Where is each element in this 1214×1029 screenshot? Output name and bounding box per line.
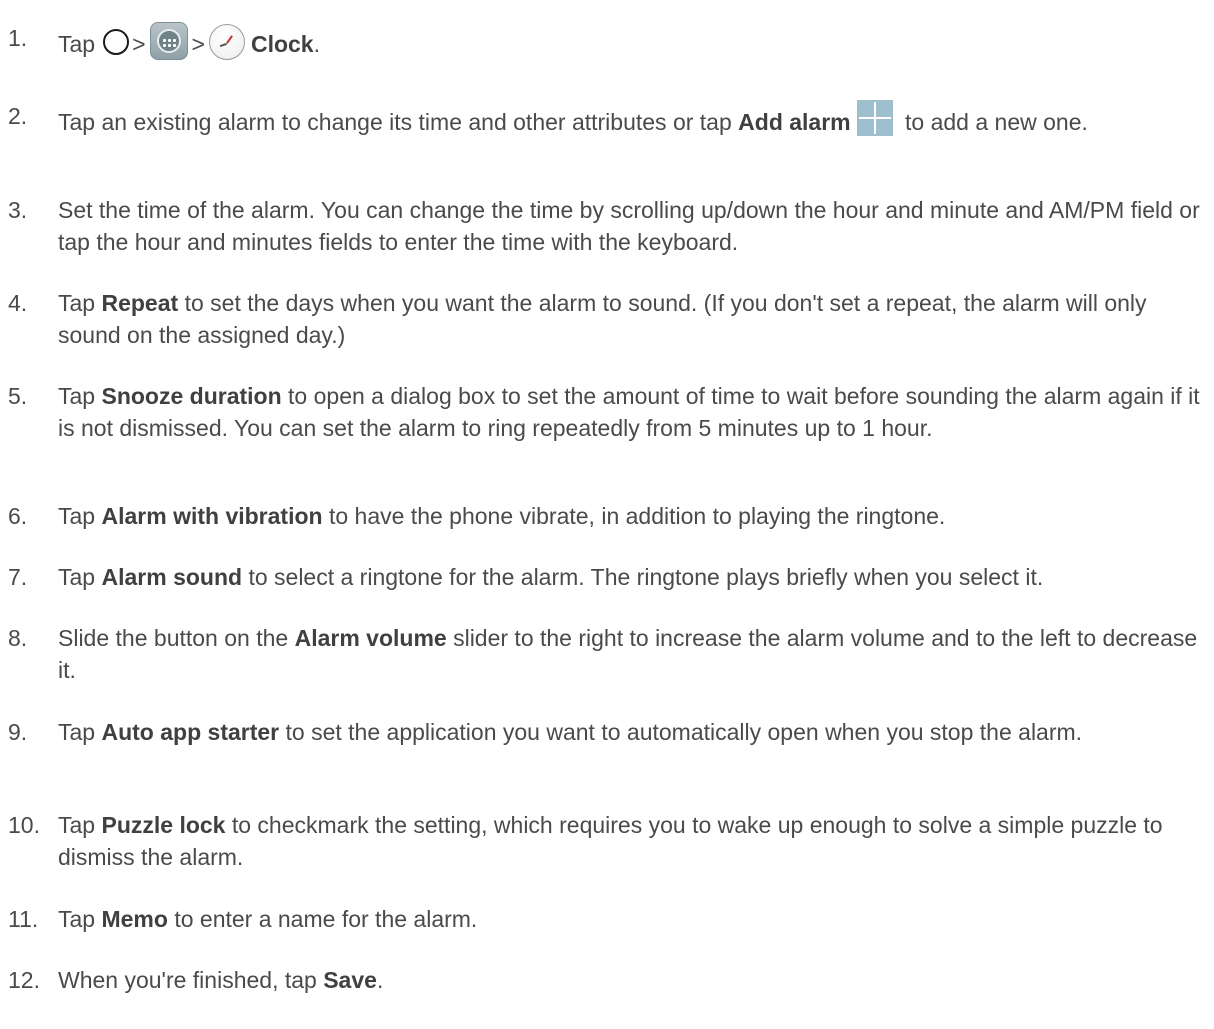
step-text-tap: Tap <box>58 31 96 57</box>
add-alarm-label: Add alarm <box>738 109 851 135</box>
step-number: 2. <box>8 103 28 129</box>
step-text: Tap Repeat to set the days when you want… <box>58 287 1205 351</box>
step-text-pre: Tap <box>58 719 102 745</box>
alarm-volume-label: Alarm volume <box>294 625 447 651</box>
step-text-post: to enter a name for the alarm. <box>167 906 478 932</box>
step-text-pre: Tap an existing alarm to change its time… <box>58 109 739 135</box>
clock-label: Clock <box>250 31 314 57</box>
memo-label: Memo <box>101 906 168 932</box>
step-text-post: . <box>376 967 384 993</box>
step-text: Tap Auto app starter to set the applicat… <box>58 716 1205 748</box>
step-number: 10. <box>8 812 40 838</box>
step-text-pre: Tap <box>58 503 102 529</box>
step-number: 1. <box>8 25 28 51</box>
step-separator: > <box>132 31 146 57</box>
step-number: 11. <box>8 906 39 932</box>
clock-app-icon <box>208 24 245 60</box>
step-text: Tap Snooze duration to open a dialog box… <box>58 380 1205 444</box>
step-number: 7. <box>8 564 28 590</box>
step-text: Tap > > Clock. <box>58 22 1205 60</box>
step-number: 3. <box>8 197 28 223</box>
step-number: 4. <box>8 290 28 316</box>
step-text: When you're finished, tap Save. <box>58 964 1205 996</box>
step-text: Slide the button on the Alarm volume sli… <box>58 622 1205 686</box>
alarm-with-vibration-label: Alarm with vibration <box>101 503 323 529</box>
home-icon <box>103 29 130 55</box>
step-text-post: to add a new one. <box>898 109 1088 135</box>
step-text-pre: When you're finished, tap <box>58 967 324 993</box>
step-text-pre: Tap <box>58 906 102 932</box>
step-separator: > <box>191 31 205 57</box>
apps-icon <box>149 22 188 60</box>
step-text-post: to set the application you want to autom… <box>279 719 1083 745</box>
add-alarm-icon <box>856 100 893 136</box>
step-text-pre: Tap <box>58 383 102 409</box>
step-text-post: to set the days when you want the alarm … <box>58 290 1147 348</box>
alarm-sound-label: Alarm sound <box>101 564 243 590</box>
step-text-end: . <box>313 31 320 57</box>
repeat-label: Repeat <box>101 290 179 316</box>
save-label: Save <box>323 967 377 993</box>
step-text-pre: Tap <box>58 290 102 316</box>
puzzle-lock-label: Puzzle lock <box>101 812 226 838</box>
step-text-post: to have the phone vibrate, in addition t… <box>322 503 946 529</box>
step-number: 12. <box>8 967 40 993</box>
step-text: Tap Alarm sound to select a ringtone for… <box>58 561 1205 593</box>
step-text-pre: Slide the button on the <box>58 625 295 651</box>
step-number: 9. <box>8 719 28 745</box>
step-text-post: to select a ringtone for the alarm. The … <box>242 564 1044 590</box>
step-number: 8. <box>8 625 28 651</box>
step-text: Tap an existing alarm to change its time… <box>58 100 1205 138</box>
step-text-pre: Tap <box>58 564 102 590</box>
step-text: Tap Puzzle lock to checkmark the setting… <box>58 809 1205 873</box>
auto-app-starter-label: Auto app starter <box>101 719 280 745</box>
step-number: 5. <box>8 383 28 409</box>
step-text-pre: Tap <box>58 812 102 838</box>
snooze-duration-label: Snooze duration <box>101 383 282 409</box>
step-number: 6. <box>8 503 28 529</box>
step-text: Tap Memo to enter a name for the alarm. <box>58 903 1205 935</box>
step-text: Tap Alarm with vibration to have the pho… <box>58 500 1205 532</box>
step-text: Set the time of the alarm. You can chang… <box>58 197 1200 255</box>
